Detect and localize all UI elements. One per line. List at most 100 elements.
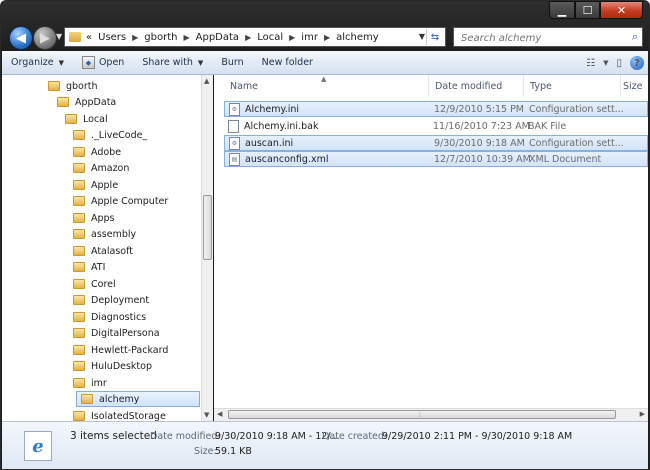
scroll-up-icon[interactable]: ▲ — [204, 77, 209, 85]
tree-item-local[interactable]: Local — [65, 111, 108, 127]
folder-icon — [73, 213, 85, 223]
chevron-right-icon[interactable]: ▶ — [183, 33, 189, 42]
folder-icon — [73, 295, 85, 305]
organize-button[interactable]: Organize ▼ — [2, 51, 73, 75]
organize-label: Organize — [11, 57, 54, 68]
chevron-right-icon[interactable]: ▶ — [245, 33, 251, 42]
search-input[interactable] — [459, 29, 623, 47]
file-type: Configuration sett... — [529, 137, 624, 149]
new-folder-button[interactable]: New folder — [253, 51, 322, 75]
folder-icon — [73, 262, 85, 272]
refresh-icon[interactable]: ⇆ — [426, 29, 443, 45]
breadcrumb-gborth[interactable]: gborth — [144, 32, 177, 43]
chevron-right-icon[interactable]: ▶ — [132, 33, 138, 42]
scroll-down-icon[interactable]: ▼ — [204, 411, 209, 419]
column-header-size[interactable]: Size — [617, 75, 648, 97]
breadcrumb-users[interactable]: Users — [98, 32, 126, 43]
tree-item-adobe[interactable]: Adobe — [73, 144, 121, 160]
tree-item-isolatedstorage[interactable]: IsolatedStorage — [73, 408, 166, 421]
tree-item-label: ATI — [91, 261, 106, 273]
file-type: XML Document — [529, 153, 602, 165]
recent-pages-dropdown[interactable]: ▼ — [56, 32, 62, 41]
folder-icon — [73, 328, 85, 338]
tree-item-ati[interactable]: ATI — [73, 259, 105, 275]
tree-item-corel[interactable]: Corel — [73, 276, 116, 292]
file-row[interactable]: Alchemy.ini.bak 11/16/2010 7:23 AM BAK F… — [224, 118, 648, 134]
open-label: Open — [98, 57, 125, 68]
tree-item-label: IsolatedStorage — [91, 410, 166, 422]
tree-item-apple-computer[interactable]: Apple Computer — [73, 193, 168, 209]
breadcrumb-appdata[interactable]: AppData — [196, 32, 239, 43]
maximize-button[interactable]: ☐ — [575, 1, 600, 19]
arrow-left-icon: ◀ — [16, 30, 26, 46]
tree-item-apple[interactable]: Apple — [73, 177, 118, 193]
file-row[interactable]: ⚙ Alchemy.ini 12/9/2010 5:15 PM Configur… — [224, 101, 648, 117]
tree-item-apps[interactable]: Apps — [73, 210, 115, 226]
file-name: Alchemy.ini.bak — [244, 120, 319, 132]
folder-icon — [73, 378, 85, 388]
tree-item-gborth[interactable]: gborth — [48, 78, 98, 94]
tree-item-amazon[interactable]: Amazon — [73, 160, 129, 176]
selection-count: 3 items selected — [70, 430, 157, 442]
tree-item-huludesktop[interactable]: HuluDesktop — [73, 358, 152, 374]
tree-item-atalasoft[interactable]: Atalasoft — [73, 243, 133, 259]
chevron-down-icon[interactable]: ▼ — [603, 59, 608, 67]
help-icon[interactable]: ? — [630, 56, 644, 70]
scroll-thumb[interactable]: ⦙ — [228, 410, 616, 419]
tree-scrollbar[interactable]: ▲ ▼ — [201, 75, 213, 421]
tree-item-label: ._LiveCode_ — [91, 129, 148, 141]
tree-item-hewlett-packard[interactable]: Hewlett-Packard — [73, 342, 168, 358]
share-with-button[interactable]: Share with ▼ — [133, 51, 212, 75]
file-row[interactable]: ⚙ auscan.ini 9/30/2010 9:18 AM Configura… — [224, 135, 648, 151]
close-button[interactable]: ✕ — [600, 1, 643, 19]
xml-file-icon: ▤ — [229, 152, 240, 166]
chevron-down-icon: ▼ — [58, 58, 64, 67]
new-folder-label: New folder — [261, 57, 313, 68]
search-icon[interactable]: ⌕ — [632, 30, 638, 44]
column-header-date[interactable]: Date modified — [429, 75, 524, 97]
scroll-thumb[interactable] — [203, 195, 212, 260]
address-bar[interactable]: « Users ▶ gborth ▶ AppData ▶ Local ▶ imr… — [64, 27, 446, 47]
tree-item-diagnostics[interactable]: Diagnostics — [73, 309, 146, 325]
column-header-type[interactable]: Type — [524, 75, 621, 97]
breadcrumb-local[interactable]: Local — [257, 32, 283, 43]
folder-icon — [73, 196, 85, 206]
size-label: Size: — [194, 446, 217, 457]
tree-item-imr[interactable]: imr — [73, 375, 107, 391]
breadcrumb-alchemy[interactable]: alchemy — [336, 32, 379, 43]
chevron-right-icon[interactable]: ▶ — [289, 33, 295, 42]
tree-item-digitalpersona[interactable]: DigitalPersona — [73, 325, 160, 341]
minimize-button[interactable]: ▁ — [549, 1, 575, 19]
tree-item-assembly[interactable]: assembly — [73, 226, 136, 242]
breadcrumb-overflow[interactable]: « — [86, 32, 92, 43]
tree-item-alchemy[interactable]: alchemy — [76, 391, 200, 407]
views-icon[interactable]: ☷ — [586, 58, 595, 69]
window-controls: ▁ ☐ ✕ — [549, 1, 643, 19]
tree-item-label: Apple Computer — [91, 195, 169, 207]
tree-item-label: assembly — [91, 228, 137, 240]
scroll-right-icon[interactable]: ▶ — [640, 410, 645, 418]
chevron-right-icon[interactable]: ▶ — [324, 33, 330, 42]
preview-pane-icon[interactable]: ▯ — [616, 58, 622, 69]
burn-button[interactable]: Burn — [212, 51, 252, 75]
horizontal-scrollbar[interactable]: ◀ ⦙ ▶ — [214, 408, 648, 421]
file-row[interactable]: ▤ auscanconfig.xml 12/7/2010 10:39 AM XM… — [224, 151, 648, 167]
scroll-left-icon[interactable]: ◀ — [217, 410, 222, 418]
file-name: auscanconfig.xml — [245, 153, 329, 165]
forward-button[interactable]: ▶ — [33, 26, 57, 50]
file-date: 12/7/2010 10:39 AM — [434, 153, 531, 165]
date-created-label: Date created: — [322, 431, 388, 442]
folder-icon — [73, 130, 85, 140]
tree-item-livecode[interactable]: ._LiveCode_ — [73, 127, 147, 143]
column-header-name[interactable]: Name — [224, 75, 429, 97]
search-box[interactable]: ⌕ — [453, 27, 643, 47]
tree-item-deployment[interactable]: Deployment — [73, 292, 149, 308]
open-button[interactable]: ◆ Open — [73, 51, 133, 75]
tree-item-appdata[interactable]: AppData — [57, 94, 116, 110]
folder-icon — [73, 246, 85, 256]
back-button[interactable]: ◀ — [9, 26, 33, 50]
chevron-down-icon[interactable]: ▼ — [419, 32, 425, 41]
folder-icon — [57, 97, 69, 107]
breadcrumb-imr[interactable]: imr — [301, 32, 318, 43]
file-type: BAK File — [528, 120, 567, 132]
